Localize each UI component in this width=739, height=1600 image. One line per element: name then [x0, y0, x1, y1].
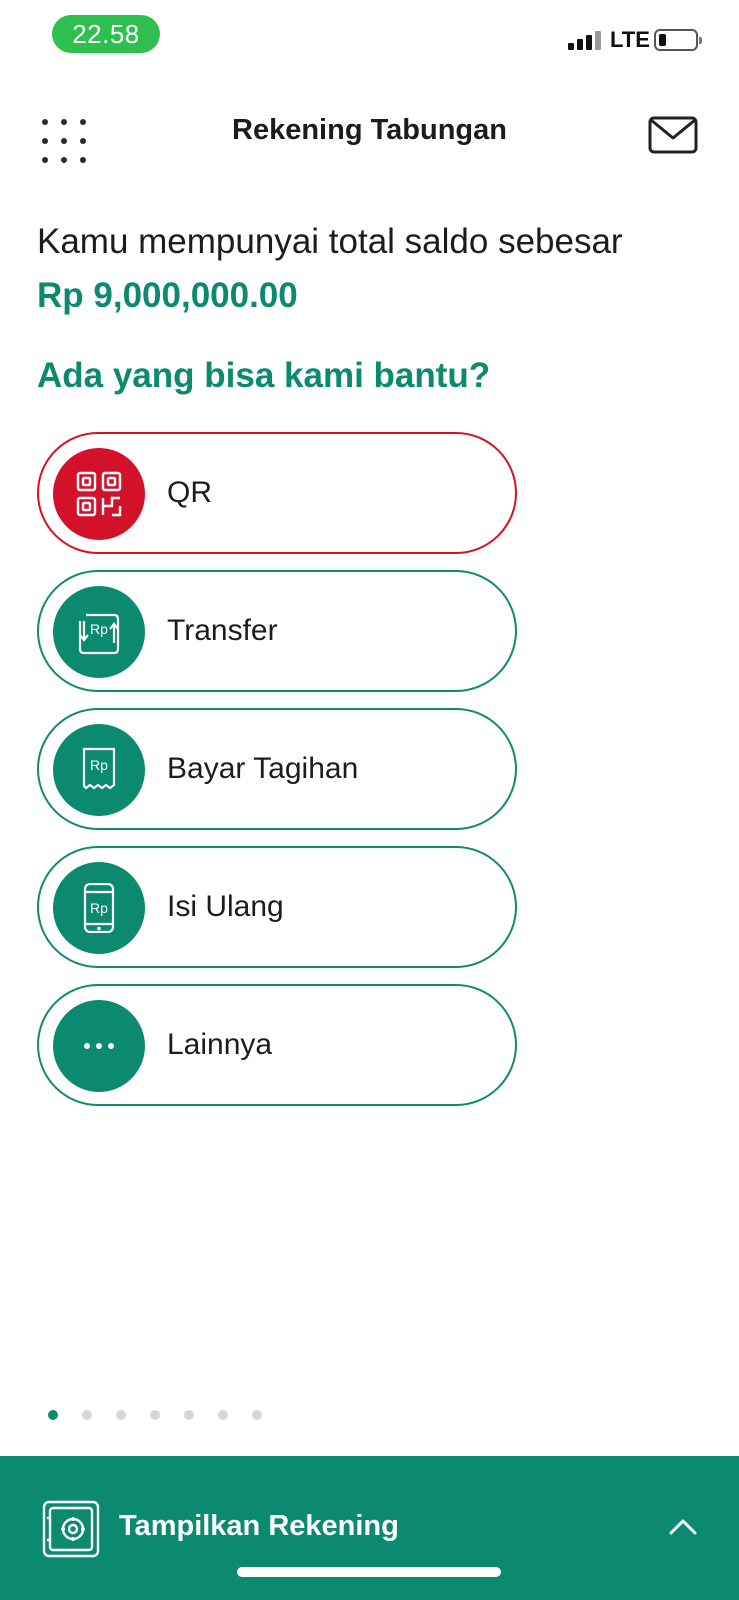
page-dot[interactable] [82, 1410, 92, 1420]
page-dot[interactable] [150, 1410, 160, 1420]
bill-receipt-icon: Rp [53, 724, 145, 816]
help-title: Ada yang bisa kami bantu? [37, 356, 491, 395]
svg-text:Rp: Rp [90, 621, 108, 637]
balance-intro: Kamu mempunyai total saldo sebesar [37, 222, 623, 261]
qr-code-icon [53, 448, 145, 540]
more-button[interactable]: Lainnya [37, 984, 517, 1106]
mail-icon[interactable] [648, 116, 698, 154]
action-label-topup: Isi Ulang [167, 890, 284, 923]
chevron-up-icon[interactable] [668, 1516, 698, 1536]
qr-button[interactable]: QR [37, 432, 517, 554]
action-label-qr: QR [167, 476, 212, 509]
pay-bill-button[interactable]: Rp Bayar Tagihan [37, 708, 517, 830]
page-dot[interactable] [116, 1410, 126, 1420]
cellular-signal-icon [568, 30, 602, 50]
page-dot[interactable] [218, 1410, 228, 1420]
page-dot[interactable] [184, 1410, 194, 1420]
safe-icon [42, 1500, 100, 1558]
page-dot[interactable] [48, 1410, 58, 1420]
page-indicator [48, 1410, 308, 1422]
transfer-button[interactable]: Rp Transfer [37, 570, 517, 692]
page-title: Rekening Tabungan [232, 114, 507, 146]
action-label-transfer: Transfer [167, 614, 278, 647]
app-header: Rekening Tabungan [0, 100, 739, 170]
home-indicator[interactable] [237, 1567, 501, 1577]
transfer-icon: Rp [53, 586, 145, 678]
battery-icon [654, 29, 702, 51]
balance-amount: Rp 9,000,000.00 [37, 276, 298, 315]
top-up-button[interactable]: Rp Isi Ulang [37, 846, 517, 968]
page-dot[interactable] [252, 1410, 262, 1420]
show-account-label: Tampilkan Rekening [119, 1510, 399, 1542]
phone-topup-icon: Rp [53, 862, 145, 954]
action-label-more: Lainnya [167, 1028, 273, 1061]
more-dots-icon [53, 1000, 145, 1092]
status-bar: 22.58 LTE [0, 0, 739, 80]
show-account-bar[interactable]: Tampilkan Rekening [0, 1456, 739, 1600]
network-type: LTE [610, 27, 650, 52]
svg-text:Rp: Rp [90, 900, 108, 916]
svg-text:Rp: Rp [90, 757, 108, 773]
action-label-bill: Bayar Tagihan [167, 752, 359, 785]
status-time: 22.58 [52, 15, 160, 53]
